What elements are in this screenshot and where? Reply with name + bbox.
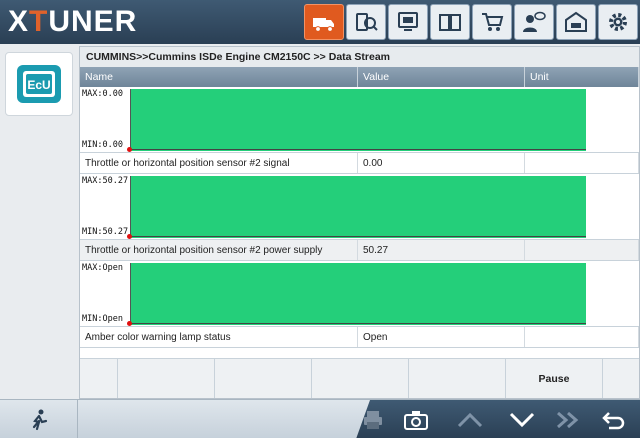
header-unit: Unit xyxy=(525,67,639,87)
graph-max-label: MAX:50.27 xyxy=(82,176,129,186)
graph-min-label: MIN:0.00 xyxy=(82,140,123,150)
action-slot-empty xyxy=(409,359,506,398)
exit-button[interactable] xyxy=(0,400,78,438)
header-name: Name xyxy=(80,67,358,87)
table-row[interactable]: Throttle or horizontal position sensor #… xyxy=(80,153,639,174)
settings-button[interactable] xyxy=(598,4,638,40)
manual-button[interactable] xyxy=(430,4,470,40)
print-icon xyxy=(364,410,382,429)
row-name: Throttle or horizontal position sensor #… xyxy=(80,240,358,260)
action-slot-empty xyxy=(80,359,118,398)
row-value: 0.00 xyxy=(358,153,525,173)
data-stream-panel: CUMMINS>>Cummins ISDe Engine CM2150C >> … xyxy=(79,46,640,399)
print-button[interactable] xyxy=(356,400,390,438)
monitor-button[interactable] xyxy=(388,4,428,40)
action-slot-empty xyxy=(603,359,639,398)
back-button[interactable] xyxy=(592,400,636,438)
table-row[interactable]: Throttle or horizontal position sensor #… xyxy=(80,240,639,261)
exit-running-man-icon xyxy=(32,409,47,430)
row-unit xyxy=(525,327,639,347)
graph-max-label: MAX:0.00 xyxy=(82,89,123,99)
action-slot-empty xyxy=(215,359,312,398)
double-chevron-right-icon xyxy=(557,411,579,428)
chevron-up-icon xyxy=(457,412,483,427)
graph-area xyxy=(131,89,586,151)
top-bar: X T UNER xyxy=(0,0,640,44)
diagnostic-tools-icon xyxy=(356,13,378,31)
row-unit xyxy=(525,153,639,173)
graph-area xyxy=(131,176,586,238)
ecu-chip-icon: EcU xyxy=(17,65,61,103)
row-name: Amber color warning lamp status xyxy=(80,327,358,347)
ecu-button[interactable]: EcU xyxy=(5,52,73,116)
graph-min-label: MIN:50.27 xyxy=(82,227,129,237)
next-page-button[interactable] xyxy=(548,400,588,438)
graph-current-point xyxy=(127,147,132,152)
camera-icon xyxy=(404,410,428,430)
action-slot-empty xyxy=(118,359,215,398)
table-row[interactable]: Amber color warning lamp status Open xyxy=(80,327,639,348)
scroll-down-button[interactable] xyxy=(500,400,544,438)
pause-button[interactable]: Pause xyxy=(506,359,603,398)
graph-area xyxy=(131,263,586,325)
graph-row[interactable]: MAX:Open MIN:Open xyxy=(80,261,639,327)
support-chat-icon xyxy=(523,11,546,32)
chevron-down-icon xyxy=(509,412,535,427)
action-bar: Pause xyxy=(80,358,639,398)
screenshot-button[interactable] xyxy=(396,400,436,438)
graph-current-point xyxy=(127,321,132,326)
scroll-up-button[interactable] xyxy=(448,400,492,438)
bottom-bar xyxy=(0,399,640,438)
ecu-label: EcU xyxy=(27,78,50,92)
support-button[interactable] xyxy=(514,4,554,40)
row-value: Open xyxy=(358,327,525,347)
manual-book-icon xyxy=(439,14,461,31)
row-unit xyxy=(525,240,639,260)
shop-button[interactable] xyxy=(472,4,512,40)
truck-diagnosis-button[interactable] xyxy=(304,4,344,40)
header-value: Value xyxy=(358,67,525,87)
sidebar: EcU xyxy=(0,44,78,399)
row-name: Throttle or horizontal position sensor #… xyxy=(80,153,358,173)
graph-min-label: MIN:Open xyxy=(82,314,123,324)
graph-row[interactable]: MAX:50.27 MIN:50.27 xyxy=(80,174,639,240)
table-header: Name Value Unit xyxy=(80,67,639,87)
graph-max-label: MAX:Open xyxy=(82,263,123,273)
row-value: 50.27 xyxy=(358,240,525,260)
back-arrow-icon xyxy=(602,411,625,429)
garage-button[interactable] xyxy=(556,4,596,40)
graph-row[interactable]: MAX:0.00 MIN:0.00 xyxy=(80,87,639,153)
breadcrumb: CUMMINS>>Cummins ISDe Engine CM2150C >> … xyxy=(80,47,639,67)
settings-gear-icon xyxy=(609,13,627,31)
diagnostic-tools-button[interactable] xyxy=(346,4,386,40)
truck-icon xyxy=(313,18,334,32)
xtuner-logo: X T UNER xyxy=(8,5,138,38)
action-slot-empty xyxy=(312,359,409,398)
shopping-cart-icon xyxy=(482,13,504,31)
monitor-icon xyxy=(398,12,418,31)
garage-icon xyxy=(565,11,587,32)
